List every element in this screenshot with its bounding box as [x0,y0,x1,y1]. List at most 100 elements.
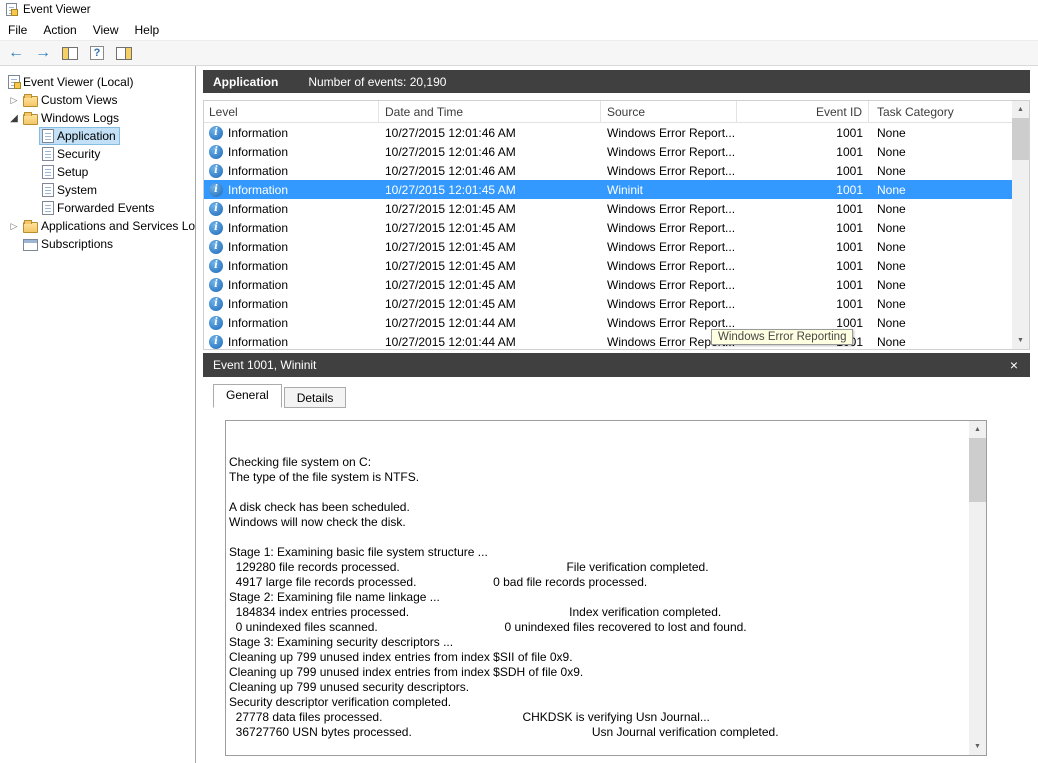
scroll-down-icon[interactable]: ▼ [969,738,986,755]
back-button[interactable]: ← [5,42,27,64]
cell-date-time: 10/27/2015 12:01:44 AM [379,316,601,330]
tab-details[interactable]: Details [284,387,347,408]
tree-item-application[interactable]: Application [0,127,195,145]
event-row[interactable]: iInformation10/27/2015 12:01:44 AMWindow… [204,313,1012,332]
cell-source: Windows Error Report... [601,297,737,311]
message-scroll-thumb[interactable] [969,438,986,502]
message-line: 36727760 USN bytes processed. Usn Journa… [229,725,965,740]
tab-general[interactable]: General [213,384,282,408]
scroll-up-icon[interactable]: ▲ [969,421,986,438]
event-row[interactable]: iInformation10/27/2015 12:01:45 AMWindow… [204,218,1012,237]
list-scroll-thumb[interactable] [1012,118,1029,160]
cell-task-category: None [869,335,1012,349]
cell-task-category: None [869,259,1012,273]
column-header-source[interactable]: Source [601,101,737,122]
column-header-task-category[interactable]: Task Category [869,101,1012,122]
event-row[interactable]: iInformation10/27/2015 12:01:46 AMWindow… [204,123,1012,142]
event-row[interactable]: iInformation10/27/2015 12:01:45 AMWindow… [204,237,1012,256]
cell-level: iInformation [204,202,379,216]
app-icon [6,3,17,16]
scroll-up-icon[interactable]: ▲ [1012,101,1029,118]
column-header-level[interactable]: Level [204,101,379,122]
message-line: Cleaning up 799 unused index entries fro… [229,650,965,665]
cell-task-category: None [869,202,1012,216]
cell-source: Windows Error Report... [601,221,737,235]
show-action-pane-button[interactable] [113,42,135,64]
tree-item-windows-logs[interactable]: ◢Windows Logs [0,109,195,127]
tree-item-forwarded-events[interactable]: Forwarded Events [0,199,195,217]
action-pane-icon [116,47,132,60]
tree-item-content: Subscriptions [22,236,116,252]
tree-item-setup[interactable]: Setup [0,163,195,181]
event-row[interactable]: iInformation10/27/2015 12:01:45 AMWinini… [204,180,1012,199]
cell-task-category: None [869,297,1012,311]
event-row[interactable]: iInformation10/27/2015 12:01:45 AMWindow… [204,294,1012,313]
log-icon [42,183,54,197]
arrow-left-icon: ← [8,45,24,61]
tree-item-subscriptions[interactable]: Subscriptions [0,235,195,253]
forward-button[interactable]: → [32,42,54,64]
table-body: iInformation10/27/2015 12:01:46 AMWindow… [204,123,1012,349]
information-icon: i [209,316,223,330]
cell-date-time: 10/27/2015 12:01:45 AM [379,259,601,273]
message-line: 27778 data files processed. CHKDSK is ve… [229,710,965,725]
column-header-date-and-time[interactable]: Date and Time [379,101,601,122]
scroll-down-icon[interactable]: ▼ [1012,332,1029,349]
console-tree: Event Viewer (Local)▷Custom Views◢Window… [0,66,196,763]
cell-event-id: 1001 [737,297,869,311]
event-list: LevelDate and TimeSourceEvent IDTask Cat… [203,100,1030,350]
tree-item-label: Forwarded Events [54,201,154,215]
cell-date-time: 10/27/2015 12:01:45 AM [379,202,601,216]
table-header: LevelDate and TimeSourceEvent IDTask Cat… [204,101,1012,123]
event-row[interactable]: iInformation10/27/2015 12:01:44 AMWindow… [204,332,1012,349]
menu-action[interactable]: Action [35,21,84,39]
log-icon [42,129,54,143]
menu-bar: FileActionViewHelp [0,19,1038,40]
menu-help[interactable]: Help [127,21,168,39]
event-row[interactable]: iInformation10/27/2015 12:01:46 AMWindow… [204,161,1012,180]
event-count: Number of events: 20,190 [308,75,446,89]
expander-collapsed-icon[interactable]: ▷ [6,95,22,106]
close-icon[interactable]: × [1008,358,1020,372]
expander-expanded-icon[interactable]: ◢ [6,113,22,124]
tree-item-system[interactable]: System [0,181,195,199]
list-scrollbar[interactable]: ▲ ▼ [1012,101,1029,349]
cell-date-time: 10/27/2015 12:01:45 AM [379,240,601,254]
cell-event-id: 1001 [737,164,869,178]
cell-source: Windows Error Report... [601,240,737,254]
column-header-event-id[interactable]: Event ID [737,101,869,122]
cell-event-id: 1001 [737,259,869,273]
tree-item-custom-views[interactable]: ▷Custom Views [0,91,195,109]
event-row[interactable]: iInformation10/27/2015 12:01:45 AMWindow… [204,275,1012,294]
event-row[interactable]: iInformation10/27/2015 12:01:45 AMWindow… [204,199,1012,218]
help-button[interactable]: ? [86,42,108,64]
event-row[interactable]: iInformation10/27/2015 12:01:45 AMWindow… [204,256,1012,275]
message-line: 129280 file records processed. File veri… [229,560,965,575]
level-text: Information [228,259,288,273]
tree-item-content: System [40,182,100,198]
list-title-bar: Application Number of events: 20,190 [203,70,1030,93]
cell-event-id: 1001 [737,278,869,292]
tree-item-applications-and-services-lo[interactable]: ▷Applications and Services Lo [0,217,195,235]
level-text: Information [228,316,288,330]
cell-event-id: 1001 [737,202,869,216]
menu-file[interactable]: File [0,21,35,39]
show-console-tree-button[interactable] [59,42,81,64]
menu-view[interactable]: View [85,21,127,39]
information-icon: i [209,221,223,235]
information-icon: i [209,259,223,273]
message-line [229,485,965,500]
message-scrollbar[interactable]: ▲ ▼ [969,421,986,755]
information-icon: i [209,145,223,159]
toolbar: ← →? [0,40,1038,66]
cell-level: iInformation [204,145,379,159]
event-row[interactable]: iInformation10/27/2015 12:01:46 AMWindow… [204,142,1012,161]
information-icon: i [209,164,223,178]
tree-item-event-viewer-local[interactable]: Event Viewer (Local) [0,73,195,91]
expander-collapsed-icon[interactable]: ▷ [6,221,22,232]
cell-source: Windows Error Report... [601,202,737,216]
cell-date-time: 10/27/2015 12:01:45 AM [379,297,601,311]
pane-splitter[interactable] [196,66,203,763]
tree-item-security[interactable]: Security [0,145,195,163]
cell-task-category: None [869,316,1012,330]
